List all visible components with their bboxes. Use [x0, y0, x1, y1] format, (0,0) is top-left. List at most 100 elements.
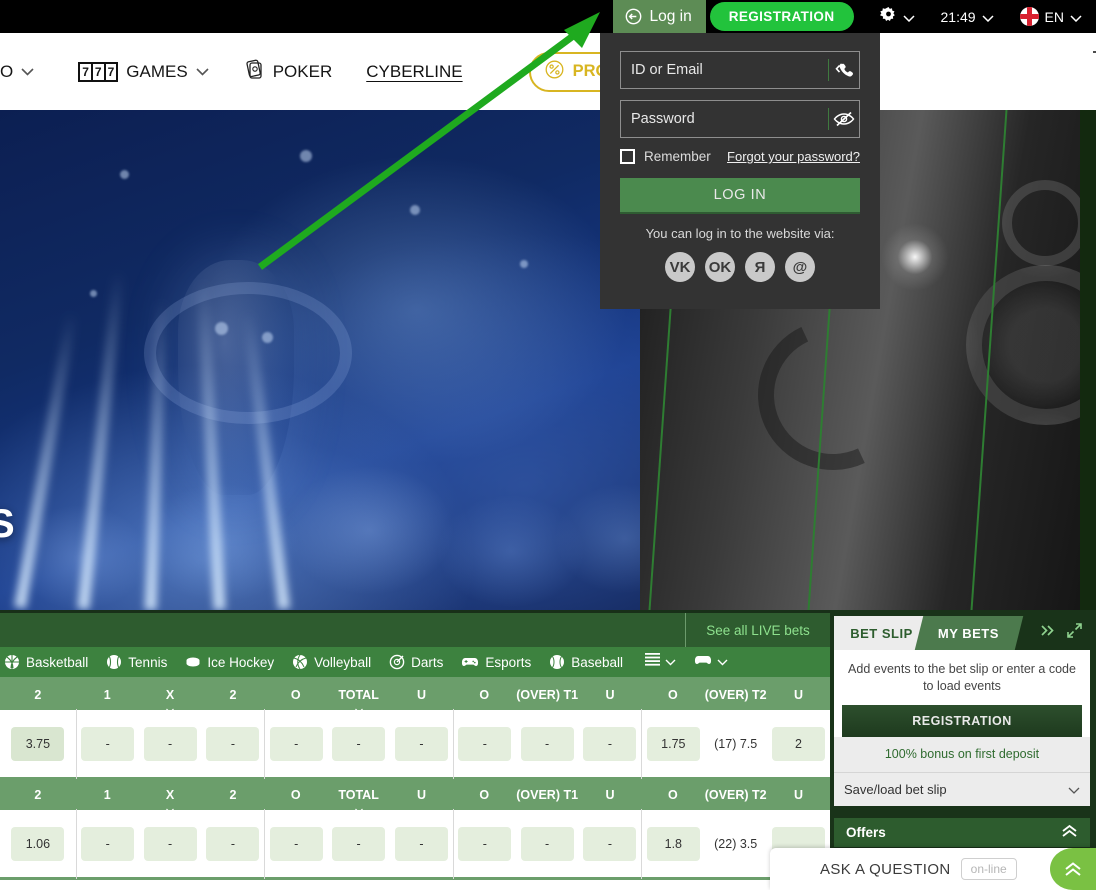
odds-col-header[interactable]: X: [139, 788, 202, 814]
odds-cell[interactable]: -: [332, 726, 386, 761]
nav-item-games[interactable]: 777 GAMES: [78, 61, 209, 82]
sidebar-item-casino[interactable]: O: [0, 62, 34, 82]
odds-col-header[interactable]: U: [767, 788, 830, 802]
chat-expand-button[interactable]: [1050, 848, 1096, 890]
vk-icon[interactable]: VK: [665, 252, 695, 282]
odds-col-header[interactable]: (OVER) T1: [516, 788, 579, 802]
sport-tab-tennis[interactable]: Tennis: [106, 654, 167, 670]
odds-col-header[interactable]: (OVER) T2: [704, 788, 767, 802]
odds-col-header[interactable]: 2: [202, 788, 265, 802]
odds-col-header[interactable]: U: [390, 788, 453, 802]
tab-bet-slip[interactable]: BET SLIP: [834, 616, 929, 650]
expand-icon[interactable]: [1067, 623, 1082, 643]
odds-cell[interactable]: -: [269, 826, 323, 861]
odds-cell[interactable]: 1.06: [11, 826, 65, 861]
double-chevron-right-icon[interactable]: [1040, 624, 1055, 642]
hero-banner[interactable]: S: [0, 110, 1096, 610]
odds-col-header[interactable]: (OVER) T1: [516, 688, 579, 702]
odds-cell[interactable]: -: [81, 726, 135, 761]
mailru-icon[interactable]: @: [785, 252, 815, 282]
betslip-registration-button[interactable]: REGISTRATION: [842, 704, 1082, 737]
volleyball-icon: [292, 654, 308, 670]
id-email-input[interactable]: [621, 62, 828, 78]
odds-col-header[interactable]: TOTAL: [327, 788, 390, 814]
odds-cell[interactable]: -: [394, 826, 448, 861]
odds-col-header[interactable]: O: [453, 788, 516, 802]
chat-widget[interactable]: ASK A QUESTION on-line: [770, 848, 1096, 890]
remember-checkbox[interactable]: Remember: [620, 149, 711, 164]
nav-item-poker[interactable]: POKER: [243, 58, 332, 85]
log-in-submit-button[interactable]: LOG IN: [620, 178, 860, 214]
eye-off-icon[interactable]: [829, 111, 859, 127]
clock-menu[interactable]: 21:49: [941, 9, 994, 25]
sport-tab-darts[interactable]: Darts: [389, 654, 443, 670]
odds-col-header[interactable]: X: [139, 688, 202, 714]
sport-tab-basketball[interactable]: Basketball: [4, 654, 88, 670]
checkbox-box[interactable]: [620, 149, 635, 164]
odds-cell[interactable]: -: [81, 826, 135, 861]
odds-cell[interactable]: -: [583, 726, 637, 761]
odds-col-header[interactable]: O: [453, 688, 516, 702]
odds-col-header[interactable]: O: [264, 788, 327, 802]
odds-col-header[interactable]: 1: [76, 788, 139, 802]
tab-my-bets[interactable]: MY BETS: [914, 616, 1024, 650]
esports-list-dropdown[interactable]: [694, 653, 728, 672]
odds-col-header[interactable]: O: [641, 788, 704, 802]
list-icon: [645, 653, 660, 671]
settings-menu[interactable]: [879, 6, 915, 27]
odds-cell[interactable]: -: [520, 726, 574, 761]
odds-cell[interactable]: -: [206, 826, 260, 861]
darts-icon: [389, 654, 405, 670]
odds-col-header[interactable]: O: [264, 688, 327, 702]
wheel-graphic: [1002, 180, 1088, 266]
sport-label: Basketball: [26, 654, 89, 670]
odds-col-header[interactable]: 2: [0, 788, 76, 802]
password-input[interactable]: [621, 111, 828, 127]
odnoklassniki-icon[interactable]: OK: [705, 252, 735, 282]
sport-tab-esports[interactable]: Esports: [461, 655, 531, 670]
offers-section-header[interactable]: Offers: [834, 817, 1090, 850]
odds-cell[interactable]: -: [458, 726, 512, 761]
odds-col-header[interactable]: U: [579, 688, 642, 702]
odds-col-header[interactable]: U: [767, 688, 830, 702]
confetti: [215, 322, 228, 335]
cards-icon: [243, 58, 265, 85]
odds-cell[interactable]: -: [143, 726, 197, 761]
odds-col-header[interactable]: 2: [202, 688, 265, 702]
odds-cell[interactable]: -: [206, 726, 260, 761]
hockey-puck-icon: [185, 654, 201, 670]
sport-tab-ice-hockey[interactable]: Ice Hockey: [185, 654, 274, 670]
sport-tab-volleyball[interactable]: Volleyball: [292, 654, 371, 670]
odds-cell[interactable]: -: [458, 826, 512, 861]
odds-cell[interactable]: -: [394, 726, 448, 761]
odds-col-header[interactable]: 2: [0, 688, 76, 702]
nav-item-cyberline[interactable]: CYBERLINE: [366, 31, 1096, 82]
sports-list-dropdown[interactable]: [645, 653, 676, 671]
odds-col-header[interactable]: (OVER) T2: [704, 688, 767, 702]
odds-cell[interactable]: -: [520, 826, 574, 861]
odds-col-header[interactable]: U: [390, 688, 453, 702]
odds-cell[interactable]: 1.8: [646, 826, 700, 861]
odds-cell[interactable]: 3.75: [11, 726, 65, 761]
odds-col-header[interactable]: O: [641, 688, 704, 702]
odds-cell[interactable]: -: [269, 726, 323, 761]
odds-cell[interactable]: 1.75: [646, 726, 700, 761]
odds-cell[interactable]: -: [332, 826, 386, 861]
odds-cell[interactable]: -: [583, 826, 637, 861]
hero-title: S: [0, 502, 16, 546]
odds-cell[interactable]: -: [143, 826, 197, 861]
odds-col-header[interactable]: U: [579, 788, 642, 802]
yandex-icon[interactable]: Я: [745, 252, 775, 282]
phone-icon[interactable]: [829, 62, 859, 79]
forgot-password-link[interactable]: Forgot your password?: [727, 149, 860, 164]
odds-col-header[interactable]: TOTAL: [327, 688, 390, 714]
language-menu[interactable]: EN: [1019, 7, 1082, 26]
see-all-live-bets-button[interactable]: See all LIVE bets: [685, 613, 830, 647]
registration-button[interactable]: REGISTRATION: [709, 2, 854, 31]
odds-cell[interactable]: 2: [772, 726, 826, 761]
odds-col-header[interactable]: 1: [76, 688, 139, 702]
save-load-betslip-toggle[interactable]: Save/load bet slip: [834, 771, 1090, 806]
sport-tab-baseball[interactable]: Baseball: [549, 654, 623, 670]
nav-label-cyberline: CYBERLINE: [366, 61, 463, 81]
login-button[interactable]: Log in: [613, 0, 706, 33]
